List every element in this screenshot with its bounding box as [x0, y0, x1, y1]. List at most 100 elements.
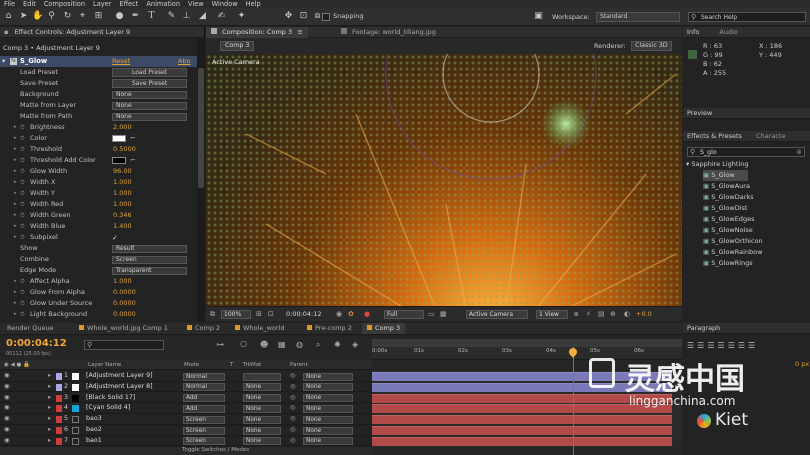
stopwatch-icon[interactable]: ⏱ — [20, 287, 25, 298]
work-area-bar[interactable] — [372, 339, 682, 347]
visibility-eye-icon[interactable]: ◉ — [4, 382, 10, 393]
stopwatch-icon[interactable]: ⏱ — [20, 210, 25, 221]
keyframe-icon[interactable]: ◈ — [352, 340, 358, 349]
expand-arrow-icon[interactable]: ▸ — [14, 309, 17, 320]
layer-name[interactable]: [Adjustment Layer 9] — [86, 371, 153, 382]
label-color-chip[interactable] — [56, 383, 62, 391]
label-color-chip[interactable] — [56, 416, 62, 424]
effect-preset-item[interactable]: ▣ S_GlowDarks — [703, 192, 754, 203]
exposure-icon[interactable]: ◐ — [624, 310, 630, 318]
timeline-icon[interactable]: ▤ — [598, 310, 605, 318]
selection-tool-icon[interactable]: ➤ — [18, 11, 29, 22]
param-value[interactable]: 2.000 — [113, 122, 132, 133]
search-help-input[interactable]: Search Help — [701, 14, 737, 21]
blend-mode-dropdown[interactable]: Add — [183, 394, 225, 403]
layer-name[interactable]: [Black Solid 17] — [86, 393, 135, 404]
trkmat-dropdown[interactable]: None — [243, 437, 281, 446]
layer-row[interactable]: ◉ ▸ 7 bao1 Screen None ◎ None — [0, 436, 372, 447]
motion-blur-icon[interactable]: ◍ — [296, 340, 303, 349]
effect-preset-item[interactable]: ▣ S_Glow — [703, 170, 748, 181]
layer-row[interactable]: ◉ ▸ 6 bao2 Screen None ◎ None — [0, 425, 372, 436]
safe-zones-icon[interactable]: ⊞ — [256, 310, 262, 318]
param-value[interactable]: 1.000 — [113, 188, 132, 199]
stopwatch-icon[interactable]: ⏱ — [20, 122, 25, 133]
blend-mode-dropdown[interactable]: Normal — [183, 372, 225, 381]
header-layer-name[interactable]: Layer Name — [88, 360, 121, 370]
effect-preset-item[interactable]: ▣ S_GlowOrthicon — [703, 236, 763, 247]
tab-whole-world-jpg-comp-1[interactable]: Whole_world.jpg Comp 1 — [74, 323, 173, 334]
paragraph-align-icons[interactable]: ☰☰☰☰☰☰☰ — [687, 341, 758, 350]
param-dropdown[interactable]: Result — [112, 244, 187, 253]
hand-tool-icon[interactable]: ✋ — [32, 11, 43, 22]
always-preview-icon[interactable]: ⧉ — [210, 310, 215, 319]
layer-duration-bar[interactable] — [372, 436, 672, 446]
about-link[interactable]: Abo — [178, 57, 191, 65]
expand-arrow-icon[interactable]: ▸ — [14, 199, 17, 210]
exposure-value[interactable]: +0.0 — [636, 310, 652, 318]
param-value[interactable]: 1.000 — [113, 177, 132, 188]
menu-item-file[interactable]: File — [0, 0, 19, 8]
parent-pickwhip-icon[interactable]: ◎ — [290, 371, 296, 382]
effect-preset-item[interactable]: ▣ S_GlowNoise — [703, 225, 753, 236]
visibility-eye-icon[interactable]: ◉ — [4, 403, 10, 414]
param-dropdown[interactable]: None — [112, 101, 187, 110]
trkmat-dropdown[interactable] — [243, 372, 281, 381]
stopwatch-icon[interactable]: ⏱ — [20, 298, 25, 309]
workspace-menu-icon[interactable]: ▣ — [533, 11, 544, 22]
effect-preset-item[interactable]: ▣ S_GlowAura — [703, 181, 750, 192]
parent-pickwhip-icon[interactable]: ◎ — [290, 414, 296, 425]
trkmat-dropdown[interactable]: None — [243, 426, 281, 435]
expand-arrow-icon[interactable]: ▸ — [14, 298, 17, 309]
tab-comp-3[interactable]: Comp 3 — [362, 323, 406, 334]
blend-mode-dropdown[interactable]: Screen — [183, 437, 225, 446]
layer-row[interactable]: ◉ ▸ 5 bao3 Screen None ◎ None — [0, 414, 372, 425]
tab-comp-2[interactable]: Comp 2 — [182, 323, 225, 334]
layer-duration-bar[interactable] — [372, 382, 672, 392]
parent-dropdown[interactable]: None — [303, 404, 353, 413]
tab-whole-world[interactable]: Whole_world — [230, 323, 289, 334]
blend-mode-dropdown[interactable]: Normal — [183, 383, 225, 392]
parent-dropdown[interactable]: None — [303, 372, 353, 381]
expand-arrow-icon[interactable]: ▸ — [48, 414, 51, 425]
grid-icon[interactable]: ⊡ — [268, 310, 274, 318]
stopwatch-icon[interactable]: ⏱ — [20, 188, 25, 199]
roi-icon[interactable]: ▭ — [428, 310, 435, 318]
pan-behind-icon[interactable]: ⊞ — [93, 11, 104, 22]
layer-duration-bar[interactable] — [372, 426, 672, 435]
collapse-arrow-icon[interactable]: ▾ — [686, 160, 689, 168]
renderer-button[interactable]: Classic 3D — [631, 41, 672, 51]
tab-character[interactable]: Characte — [756, 132, 785, 140]
trkmat-dropdown[interactable]: None — [243, 404, 281, 413]
trkmat-dropdown[interactable]: None — [243, 415, 281, 424]
expand-arrow-icon[interactable]: ▸ — [14, 221, 17, 232]
tab-effects-presets[interactable]: Effects & Presets — [687, 132, 742, 140]
camera-view-dropdown[interactable]: Active Camera — [466, 310, 528, 319]
blend-mode-dropdown[interactable]: Screen — [183, 415, 225, 424]
color-swatch[interactable] — [112, 157, 126, 164]
label-color-chip[interactable] — [56, 405, 62, 413]
effects-category[interactable]: ▾ Sapphire Lighting — [686, 160, 749, 168]
roto-brush-icon[interactable]: ✍ — [216, 11, 227, 22]
param-value[interactable]: 0.346 — [113, 210, 132, 221]
param-value[interactable]: 0.0000 — [113, 287, 136, 298]
draft-3d-icon[interactable]: ⎔ — [240, 340, 247, 349]
tab-paragraph[interactable]: Paragraph — [683, 323, 810, 334]
layer-row[interactable]: ◉ ▸ 1 [Adjustment Layer 9] Normal ◎ None — [0, 371, 372, 382]
hide-shy-icon[interactable]: ☻ — [260, 340, 268, 349]
pen-tool-icon[interactable]: ✒ — [130, 11, 141, 22]
toggle-switches-modes[interactable]: Toggle Switches / Modes — [182, 447, 249, 453]
expand-arrow-icon[interactable]: ▸ — [14, 177, 17, 188]
zoom-dropdown[interactable]: 100% — [221, 310, 251, 319]
toggle-pixel-aspect-icon[interactable]: ⧈ — [574, 310, 578, 319]
stopwatch-icon[interactable]: ⏱ — [20, 199, 25, 210]
axis-mode-icon[interactable]: ✥ — [283, 11, 294, 22]
parent-dropdown[interactable]: None — [303, 426, 353, 435]
expand-arrow-icon[interactable]: ▸ — [14, 155, 17, 166]
puppet-tool-icon[interactable]: ✦ — [236, 11, 247, 22]
expand-arrow-icon[interactable]: ▸ — [14, 276, 17, 287]
param-value[interactable]: 0.0000 — [113, 298, 136, 309]
eraser-tool-icon[interactable]: ◢ — [197, 11, 208, 22]
rotate-tool-icon[interactable]: ↻ — [62, 11, 73, 22]
visibility-eye-icon[interactable]: ◉ — [4, 436, 10, 447]
stopwatch-icon[interactable]: ⏱ — [20, 133, 25, 144]
